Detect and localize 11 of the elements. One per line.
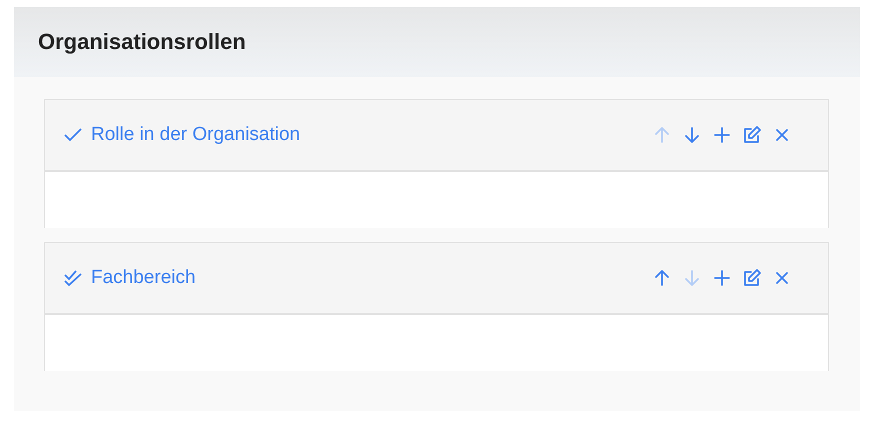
edit-icon[interactable] [742, 125, 762, 145]
move-down-icon[interactable] [682, 125, 702, 145]
add-icon[interactable] [712, 125, 732, 145]
edit-icon[interactable] [742, 268, 762, 288]
card-title[interactable]: Fachbereich [91, 267, 652, 289]
add-icon[interactable] [712, 268, 732, 288]
panel-title: Organisationsrollen [38, 29, 246, 55]
card-title[interactable]: Rolle in der Organisation [91, 124, 652, 146]
checkmark-icon [63, 127, 83, 143]
move-up-icon[interactable] [652, 268, 672, 288]
double-checkmark-icon [63, 269, 83, 287]
